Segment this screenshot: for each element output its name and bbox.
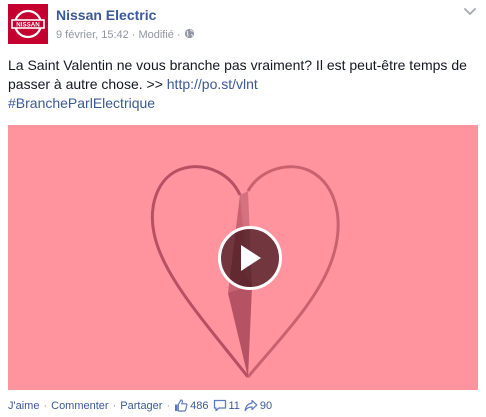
nissan-logo-icon: NISSAN bbox=[11, 9, 45, 39]
meta-separator: · bbox=[131, 29, 136, 41]
likes-count: 486 bbox=[190, 399, 209, 412]
comment-icon bbox=[213, 399, 226, 412]
post-meta: 9 février, 15:42 · Modifié · bbox=[56, 28, 195, 42]
post-link[interactable]: http://po.st/vlnt bbox=[167, 76, 258, 92]
video-thumbnail[interactable] bbox=[8, 125, 478, 390]
likes-count-link[interactable]: 486 bbox=[174, 399, 209, 412]
action-separator: · bbox=[43, 399, 48, 412]
nissan-logo-avatar[interactable]: NISSAN bbox=[8, 4, 48, 44]
thumbs-up-icon bbox=[175, 399, 188, 412]
play-icon bbox=[241, 245, 261, 271]
comments-count-link[interactable]: 11 bbox=[213, 399, 240, 412]
post-timestamp[interactable]: 9 février, 15:42 bbox=[56, 29, 129, 41]
meta-separator: · bbox=[176, 29, 181, 41]
like-button[interactable]: J'aime bbox=[8, 400, 39, 412]
globe-icon[interactable] bbox=[184, 28, 195, 42]
action-separator: · bbox=[112, 399, 117, 412]
author-name[interactable]: Nissan Electric bbox=[56, 7, 156, 23]
facebook-post: NISSAN Nissan Electric 9 février, 15:42 … bbox=[0, 0, 486, 417]
comment-button[interactable]: Commenter bbox=[51, 400, 108, 412]
modified-label[interactable]: Modifié bbox=[138, 29, 173, 41]
shares-count: 90 bbox=[259, 399, 273, 412]
chevron-down-icon[interactable] bbox=[462, 4, 478, 20]
post-action-bar: J'aime · Commenter · Partager · 486 11 9… bbox=[8, 399, 272, 412]
svg-text:NISSAN: NISSAN bbox=[16, 22, 40, 29]
comments-count: 11 bbox=[228, 399, 240, 412]
share-button[interactable]: Partager bbox=[120, 400, 162, 412]
post-text: La Saint Valentin ne vous branche pas vr… bbox=[8, 56, 473, 113]
share-icon bbox=[244, 399, 258, 412]
shares-count-link[interactable]: 90 bbox=[244, 399, 272, 412]
action-separator: · bbox=[166, 399, 171, 412]
play-button[interactable] bbox=[218, 226, 282, 290]
post-hashtag[interactable]: #BrancheParlElectrique bbox=[8, 94, 473, 113]
